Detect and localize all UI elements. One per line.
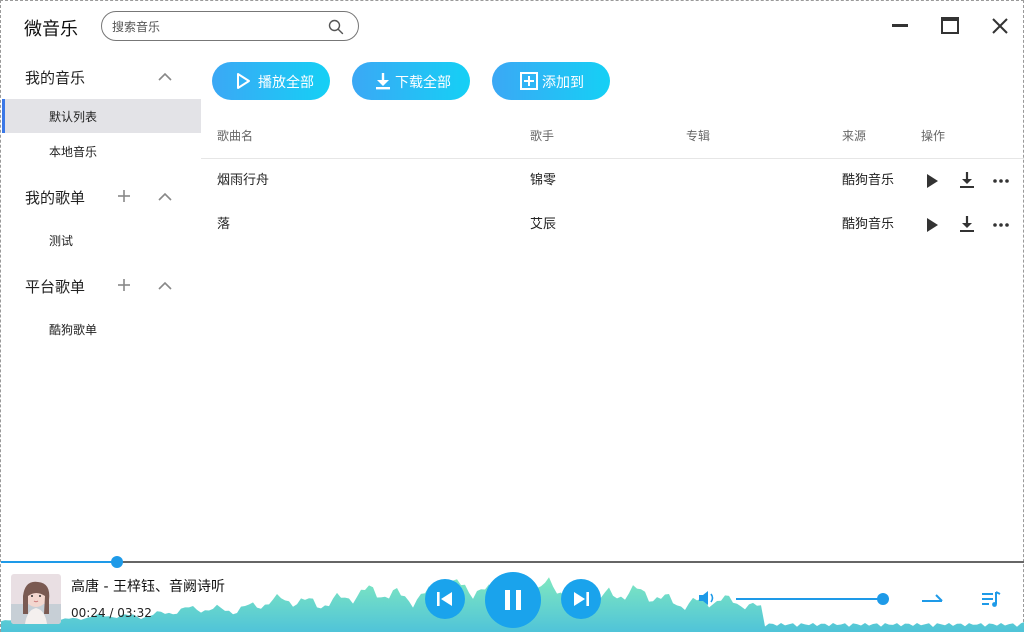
sidebar-section-platform-playlists[interactable]: 平台歌单 <box>2 265 201 305</box>
volume-handle[interactable] <box>877 593 889 605</box>
sidebar-item-kugou-playlists[interactable]: 酷狗歌单 <box>2 312 201 346</box>
sidebar-item-test[interactable]: 测试 <box>2 223 201 257</box>
search-input[interactable] <box>112 18 317 36</box>
app-window: 微音乐 我的音乐 默认列表 本地音乐 我的歌单 <box>0 0 1024 632</box>
close-icon[interactable] <box>988 14 1012 38</box>
sidebar-section-my-playlists[interactable]: 我的歌单 <box>2 176 201 216</box>
previous-button[interactable] <box>425 579 465 619</box>
volume-track[interactable] <box>736 598 884 600</box>
source-cell: 酷狗音乐 <box>842 217 895 232</box>
play-icon <box>237 73 250 89</box>
download-icon <box>376 73 390 90</box>
previous-icon <box>437 592 452 606</box>
table-row[interactable]: 落 艾辰 酷狗音乐 <box>201 203 1024 247</box>
now-playing-time: 00:24 / 03:32 <box>71 606 152 620</box>
play-icon[interactable] <box>923 172 941 190</box>
sequential-mode-icon[interactable] <box>921 591 945 607</box>
add-to-label: 添加到 <box>542 75 584 91</box>
sidebar-item-label: 本地音乐 <box>49 145 98 159</box>
maximize-icon[interactable] <box>938 14 962 38</box>
source-cell: 酷狗音乐 <box>842 173 895 188</box>
song-name-cell: 烟雨行舟 <box>217 173 270 188</box>
singer-cell: 锦零 <box>530 173 557 188</box>
playlist-icon[interactable] <box>981 590 1001 608</box>
download-icon[interactable] <box>958 171 976 189</box>
sidebar-item-label: 默认列表 <box>49 110 98 124</box>
more-icon[interactable] <box>992 172 1010 190</box>
download-all-button[interactable]: 下载全部 <box>352 62 470 100</box>
sidebar-item-label: 酷狗歌单 <box>49 323 98 337</box>
add-to-button[interactable]: 添加到 <box>492 62 610 100</box>
download-icon[interactable] <box>958 215 976 233</box>
next-icon <box>574 592 589 606</box>
song-name-cell: 落 <box>217 217 231 232</box>
plus-icon[interactable] <box>116 277 132 293</box>
download-all-label: 下载全部 <box>395 75 451 91</box>
sidebar-section-label: 我的歌单 <box>25 189 86 207</box>
sidebar-item-default-list[interactable]: 默认列表 <box>2 99 201 133</box>
table-row[interactable]: 烟雨行舟 锦零 酷狗音乐 <box>201 159 1024 203</box>
singer-cell: 艾辰 <box>530 217 557 232</box>
column-header-actions: 操作 <box>921 129 946 143</box>
sidebar-item-local-music[interactable]: 本地音乐 <box>2 134 201 168</box>
column-header-album[interactable]: 专辑 <box>686 127 710 144</box>
chevron-up-icon[interactable] <box>157 189 173 205</box>
column-header-source[interactable]: 来源 <box>842 127 866 144</box>
pause-icon <box>505 590 521 610</box>
chevron-up-icon[interactable] <box>157 278 173 294</box>
more-icon[interactable] <box>992 216 1010 234</box>
progress-handle[interactable] <box>110 556 123 568</box>
progress-track[interactable] <box>1 561 1024 563</box>
progress-fill <box>1 561 117 563</box>
play-all-label: 播放全部 <box>258 75 314 91</box>
volume-icon[interactable] <box>698 589 718 607</box>
pause-button[interactable] <box>485 572 541 628</box>
now-playing-title: 高唐 - 王梓钰、音阙诗听 <box>71 579 225 595</box>
search-box[interactable] <box>101 11 359 41</box>
plus-box-icon <box>520 72 538 90</box>
column-header-singer[interactable]: 歌手 <box>530 127 554 144</box>
chevron-up-icon[interactable] <box>157 69 173 85</box>
sidebar-section-my-music[interactable]: 我的音乐 <box>2 56 201 96</box>
app-title: 微音乐 <box>24 19 78 40</box>
search-icon[interactable] <box>328 19 344 35</box>
next-button[interactable] <box>561 579 601 619</box>
sidebar-section-label: 我的音乐 <box>25 69 86 87</box>
sidebar-section-label: 平台歌单 <box>25 278 86 296</box>
minimize-icon[interactable] <box>889 14 913 38</box>
plus-icon[interactable] <box>116 188 132 204</box>
column-header-name[interactable]: 歌曲名 <box>217 127 253 144</box>
play-icon[interactable] <box>923 216 941 234</box>
sidebar: 我的音乐 默认列表 本地音乐 我的歌单 测试 平台歌单 酷狗歌单 <box>2 53 201 558</box>
album-cover[interactable] <box>11 574 61 624</box>
sidebar-item-label: 测试 <box>49 234 74 248</box>
play-all-button[interactable]: 播放全部 <box>212 62 330 100</box>
